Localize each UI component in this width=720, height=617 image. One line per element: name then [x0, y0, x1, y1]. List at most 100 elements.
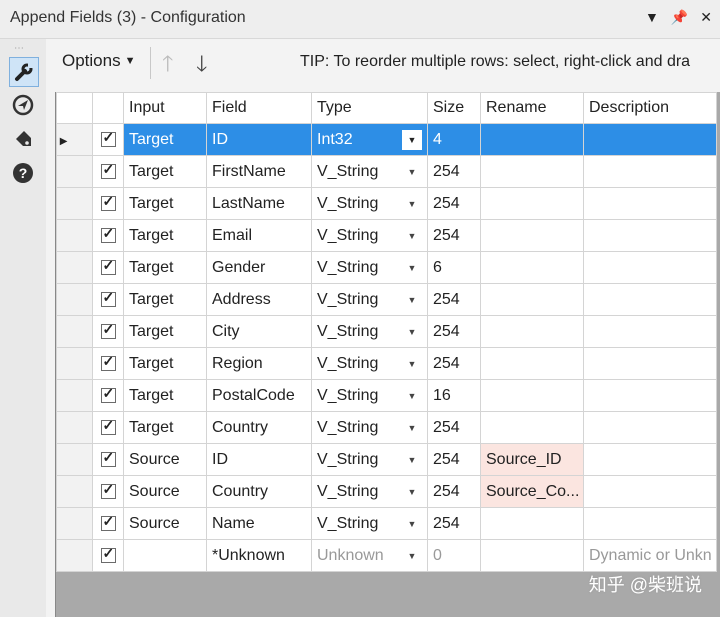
row-checkbox[interactable] [92, 411, 124, 444]
move-up-icon[interactable]: 🡑 [162, 47, 173, 85]
row-header[interactable] [56, 155, 93, 188]
wrench-icon[interactable] [9, 57, 39, 87]
cell-size[interactable]: 254 [427, 187, 481, 220]
row-header[interactable] [56, 347, 93, 380]
checkbox-icon[interactable] [100, 257, 116, 275]
table-row[interactable]: *Unknown Unknown ▼ 0 Dynamic or Unkn [56, 539, 717, 572]
cell-field[interactable]: PostalCode [206, 379, 312, 412]
row-checkbox[interactable] [92, 315, 124, 348]
cell-description[interactable] [583, 475, 717, 508]
row-checkbox[interactable] [92, 251, 124, 284]
cell-rename[interactable] [480, 347, 584, 380]
cell-rename[interactable] [480, 379, 584, 412]
row-checkbox[interactable] [92, 507, 124, 540]
table-row[interactable]: SourceName V_String ▼ 254 [56, 507, 717, 540]
cell-size[interactable]: 254 [427, 507, 481, 540]
row-checkbox[interactable] [92, 123, 124, 156]
row-header[interactable] [56, 187, 93, 220]
row-checkbox[interactable] [92, 379, 124, 412]
cell-rename[interactable] [480, 155, 584, 188]
row-header[interactable] [56, 475, 93, 508]
cell-type[interactable]: V_String ▼ [311, 315, 428, 348]
chevron-down-icon[interactable]: ▼ [402, 129, 422, 150]
cell-size[interactable]: 254 [427, 443, 481, 476]
table-row[interactable]: TargetAddress V_String ▼ 254 [56, 283, 717, 316]
cell-size[interactable]: 254 [427, 411, 481, 444]
checkbox-icon[interactable] [100, 481, 116, 499]
chevron-down-icon[interactable]: ▼ [402, 295, 422, 305]
checkbox-icon[interactable] [100, 161, 116, 179]
cell-description[interactable] [583, 251, 717, 284]
cell-type[interactable]: V_String ▼ [311, 155, 428, 188]
table-row[interactable]: TargetPostalCode V_String ▼ 16 [56, 379, 717, 412]
cell-input[interactable]: Source [123, 443, 207, 476]
cell-rename[interactable] [480, 123, 584, 156]
cell-rename[interactable]: Source_Co... [480, 475, 584, 508]
row-header[interactable] [56, 315, 93, 348]
close-icon[interactable]: ✕ [700, 9, 712, 26]
row-checkbox[interactable] [92, 155, 124, 188]
col-size[interactable]: Size [427, 92, 481, 124]
table-row[interactable]: TargetRegion V_String ▼ 254 [56, 347, 717, 380]
cell-input[interactable]: Source [123, 507, 207, 540]
pin-icon[interactable]: 📌 [671, 9, 688, 26]
cell-input[interactable] [123, 539, 207, 572]
cell-type[interactable]: V_String ▼ [311, 251, 428, 284]
cell-description[interactable] [583, 507, 717, 540]
checkbox-icon[interactable] [100, 417, 116, 435]
chevron-down-icon[interactable]: ▼ [402, 327, 422, 337]
cell-description[interactable] [583, 187, 717, 220]
row-header[interactable] [56, 443, 93, 476]
options-menu[interactable]: Options ▼ [62, 51, 135, 71]
cell-type[interactable]: V_String ▼ [311, 475, 428, 508]
cell-field[interactable]: Country [206, 475, 312, 508]
cell-type[interactable]: V_String ▼ [311, 219, 428, 252]
row-header[interactable] [56, 219, 93, 252]
cell-field[interactable]: Country [206, 411, 312, 444]
cell-field[interactable]: Name [206, 507, 312, 540]
checkbox-icon[interactable] [100, 321, 116, 339]
col-field[interactable]: Field [206, 92, 312, 124]
row-checkbox[interactable] [92, 219, 124, 252]
cell-type[interactable]: V_String ▼ [311, 507, 428, 540]
chevron-down-icon[interactable]: ▼ [402, 423, 422, 433]
select-all-header[interactable] [92, 92, 124, 124]
cell-input[interactable]: Target [123, 251, 207, 284]
cell-size[interactable]: 254 [427, 347, 481, 380]
cell-description[interactable] [583, 219, 717, 252]
navigate-icon[interactable] [9, 91, 37, 119]
table-row[interactable]: TargetEmail V_String ▼ 254 [56, 219, 717, 252]
row-header[interactable] [56, 379, 93, 412]
cell-size[interactable]: 6 [427, 251, 481, 284]
cell-rename[interactable] [480, 539, 584, 572]
cell-field[interactable]: LastName [206, 187, 312, 220]
cell-size[interactable]: 254 [427, 475, 481, 508]
move-down-icon[interactable]: 🡓 [196, 47, 207, 85]
row-header[interactable] [56, 507, 93, 540]
chevron-down-icon[interactable]: ▼ [402, 455, 422, 465]
col-rename[interactable]: Rename [480, 92, 584, 124]
chevron-down-icon[interactable]: ▼ [402, 263, 422, 273]
checkbox-icon[interactable] [100, 385, 116, 403]
cell-size[interactable]: 254 [427, 219, 481, 252]
row-checkbox[interactable] [92, 283, 124, 316]
cell-rename[interactable] [480, 251, 584, 284]
cell-description[interactable] [583, 123, 717, 156]
cell-input[interactable]: Target [123, 155, 207, 188]
cell-field[interactable]: Gender [206, 251, 312, 284]
cell-rename[interactable] [480, 283, 584, 316]
row-checkbox[interactable] [92, 347, 124, 380]
cell-description[interactable] [583, 315, 717, 348]
cell-description[interactable] [583, 443, 717, 476]
cell-type[interactable]: V_String ▼ [311, 379, 428, 412]
checkbox-icon[interactable] [100, 353, 116, 371]
cell-size[interactable]: 254 [427, 283, 481, 316]
cell-description[interactable]: Dynamic or Unkn [583, 539, 717, 572]
cell-field[interactable]: ID [206, 123, 312, 156]
tag-icon[interactable] [9, 125, 37, 153]
row-checkbox[interactable] [92, 539, 124, 572]
cell-rename[interactable] [480, 507, 584, 540]
cell-input[interactable]: Target [123, 283, 207, 316]
cell-input[interactable]: Target [123, 411, 207, 444]
cell-rename[interactable] [480, 187, 584, 220]
